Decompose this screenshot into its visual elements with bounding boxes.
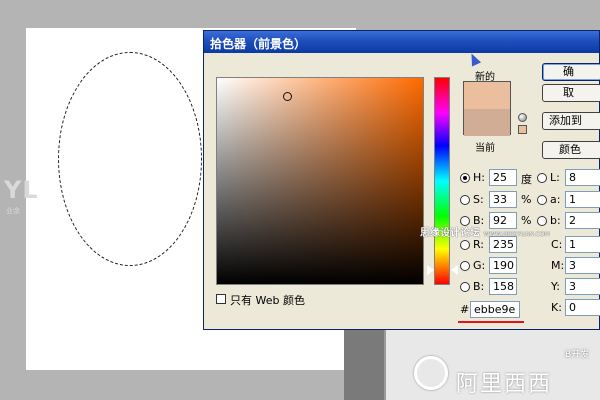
color-picker-dialog: 拾色器（前景色） 新的 当前 确 取 添加到 颜色 H: 25 度 S: 33 … bbox=[203, 30, 600, 330]
green-row: G: 190 bbox=[460, 257, 540, 275]
green-radio[interactable] bbox=[460, 261, 470, 271]
color-libraries-button[interactable]: 颜色 bbox=[542, 141, 600, 159]
hue-radio[interactable] bbox=[460, 173, 470, 183]
hue-input[interactable]: 25 bbox=[489, 169, 517, 186]
hue-slider-left-arrow-icon[interactable] bbox=[427, 265, 434, 275]
black-row: K: 0 bbox=[551, 299, 600, 317]
yellow-row: Y: 3 bbox=[551, 278, 600, 296]
watermark-logo-icon bbox=[414, 356, 448, 390]
cyan-row: C: 1 bbox=[551, 236, 600, 254]
lab-a-input[interactable]: 1 bbox=[565, 191, 600, 208]
dialog-title: 拾色器（前景色） bbox=[210, 37, 307, 51]
lab-b-input[interactable]: 2 bbox=[565, 212, 600, 229]
current-color-swatch[interactable] bbox=[464, 109, 510, 136]
color-picker-ring-icon[interactable] bbox=[283, 92, 292, 101]
watermark-center: 思缘设计论坛 WWW.MISSYUAN.COM bbox=[420, 228, 550, 239]
blue-radio[interactable] bbox=[460, 282, 470, 292]
magenta-row: M: 3 bbox=[551, 257, 600, 275]
saturation-row: S: 33 % bbox=[460, 191, 540, 209]
watermark-left-sub: 业余 bbox=[6, 207, 20, 215]
saturation-input[interactable]: 33 bbox=[489, 191, 517, 208]
dialog-titlebar[interactable]: 拾色器（前景色） bbox=[204, 31, 599, 53]
saturation-radio[interactable] bbox=[460, 195, 470, 205]
lab-l-radio[interactable] bbox=[537, 173, 547, 183]
web-colors-only-checkbox[interactable] bbox=[216, 294, 226, 304]
lab-a-row: a: 1 bbox=[537, 191, 600, 209]
yellow-input[interactable]: 3 bbox=[565, 278, 600, 295]
cancel-button[interactable]: 取 bbox=[542, 84, 600, 102]
add-to-swatches-button[interactable]: 添加到 bbox=[542, 112, 600, 130]
hue-slider[interactable] bbox=[434, 77, 450, 285]
color-swatch bbox=[463, 81, 511, 136]
watermark-bottom-right: 阿里西西 bbox=[456, 372, 553, 397]
cyan-input[interactable]: 1 bbox=[565, 236, 600, 253]
watermark-left: YL bbox=[4, 176, 39, 204]
green-input[interactable]: 190 bbox=[489, 257, 517, 274]
new-color-swatch bbox=[464, 82, 510, 109]
current-color-label: 当前 bbox=[475, 143, 495, 154]
magenta-input[interactable]: 3 bbox=[565, 257, 600, 274]
gamut-warning-cube-icon[interactable] bbox=[518, 113, 527, 122]
lab-l-row: L: 8 bbox=[537, 169, 600, 187]
lab-a-radio[interactable] bbox=[537, 195, 547, 205]
hue-row: H: 25 度 bbox=[460, 169, 540, 187]
hex-underline-annotation bbox=[458, 321, 524, 323]
black-input[interactable]: 0 bbox=[565, 299, 600, 316]
hex-hash-label: # bbox=[460, 303, 470, 316]
blue-input[interactable]: 158 bbox=[489, 278, 517, 295]
elliptical-selection-marquee bbox=[58, 52, 202, 266]
hue-slider-right-arrow-icon[interactable] bbox=[451, 265, 458, 275]
gamut-warning-swatch[interactable] bbox=[518, 125, 527, 134]
blue-row: B: 158 bbox=[460, 278, 540, 296]
red-radio[interactable] bbox=[460, 240, 470, 250]
hex-input[interactable]: ebbe9e bbox=[470, 301, 520, 318]
color-field[interactable] bbox=[216, 77, 424, 285]
ok-button[interactable]: 确 bbox=[542, 63, 600, 81]
web-colors-only-label: 只有 Web 颜色 bbox=[230, 294, 305, 307]
lab-l-input[interactable]: 8 bbox=[565, 169, 600, 186]
watermark-bottom-right-small: B开发 bbox=[565, 350, 590, 360]
